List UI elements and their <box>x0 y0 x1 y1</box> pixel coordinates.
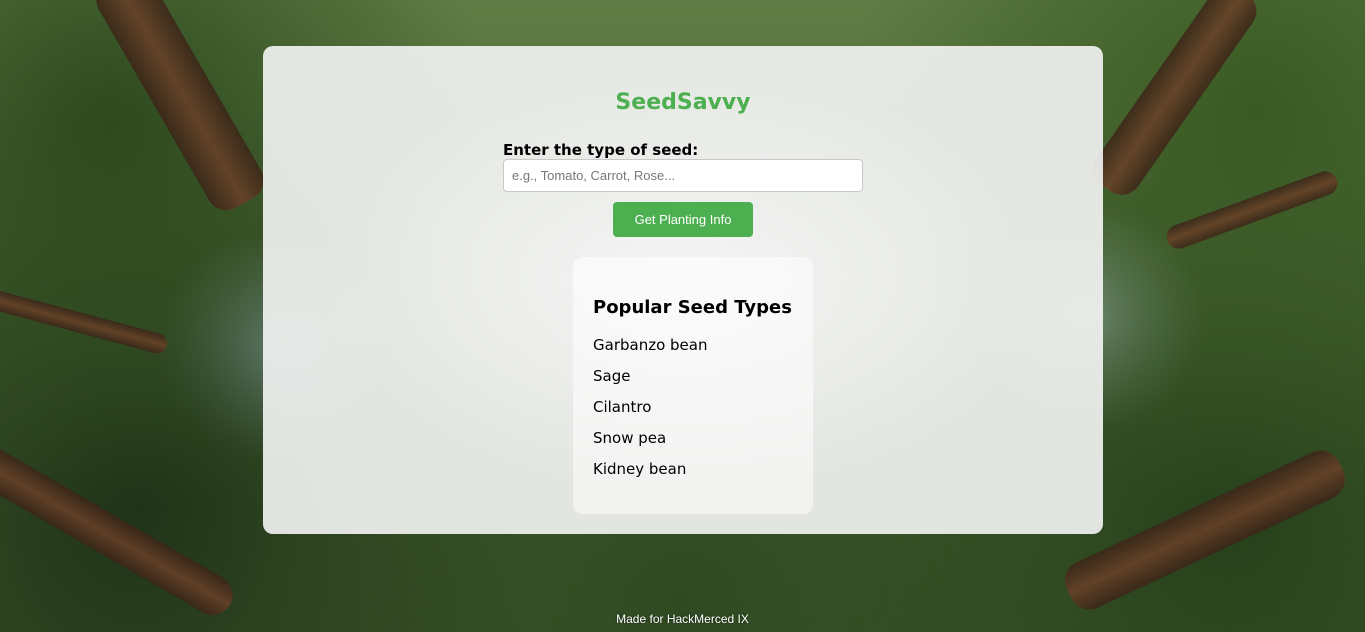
main-card: SeedSavvy Enter the type of seed: Get Pl… <box>263 46 1103 534</box>
app-title: SeedSavvy <box>615 90 751 115</box>
tree-trunk <box>0 437 240 623</box>
popular-seeds-panel: Popular Seed Types Garbanzo bean Sage Ci… <box>573 257 813 514</box>
tree-trunk <box>0 284 170 356</box>
list-item[interactable]: Sage <box>593 361 793 392</box>
footer-text: Made for HackMerced IX <box>616 612 749 626</box>
get-planting-info-button[interactable]: Get Planting Info <box>613 202 753 237</box>
seed-input-label: Enter the type of seed: <box>503 141 699 159</box>
list-item[interactable]: Garbanzo bean <box>593 330 793 361</box>
tree-trunk <box>1085 0 1265 203</box>
popular-seeds-heading: Popular Seed Types <box>593 297 792 318</box>
tree-trunk <box>89 0 271 218</box>
list-item[interactable]: Kidney bean <box>593 454 793 485</box>
list-item[interactable]: Snow pea <box>593 423 793 454</box>
list-item[interactable]: Cilantro <box>593 392 793 423</box>
popular-seeds-list: Garbanzo bean Sage Cilantro Snow pea Kid… <box>593 330 793 485</box>
seed-type-input[interactable] <box>503 159 863 192</box>
tree-trunk <box>1163 167 1341 253</box>
